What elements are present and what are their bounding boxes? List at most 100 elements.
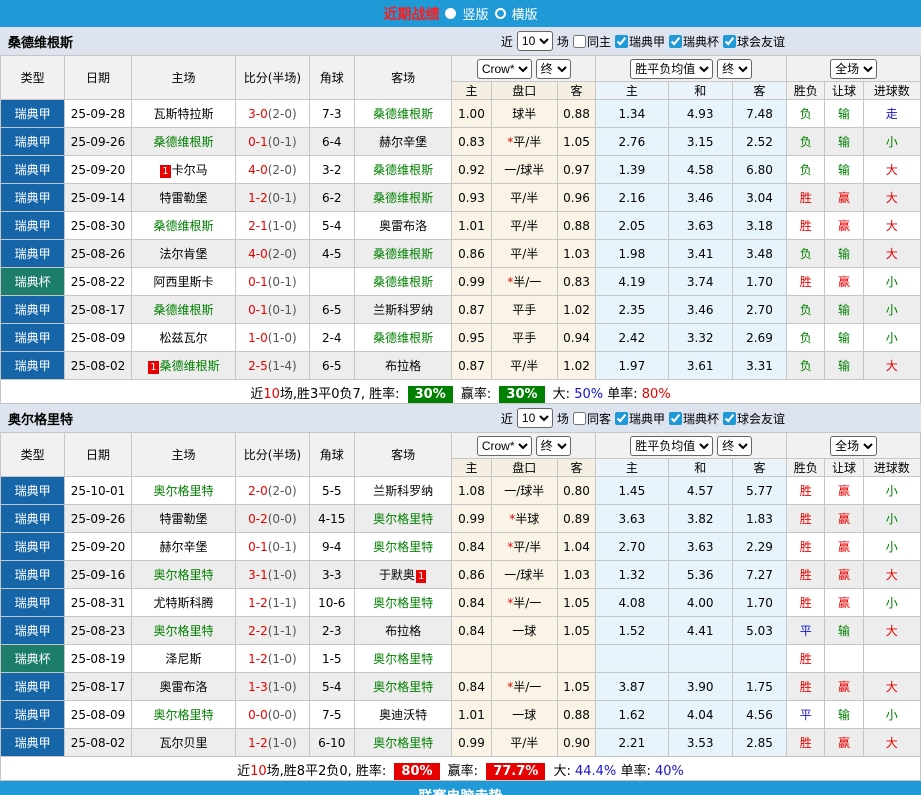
full-score: 0-0 [248, 708, 268, 722]
goals-cell: 大 [863, 156, 920, 184]
away-team-link[interactable]: 布拉格 [385, 359, 421, 373]
away-team-link[interactable]: 兰斯科罗纳 [373, 303, 433, 317]
away-team-link[interactable]: 奥尔格里特 [373, 512, 433, 526]
league2-checkbox[interactable] [669, 35, 682, 48]
avg-draw-cell: 3.41 [668, 240, 732, 268]
same-venue-checkbox[interactable] [573, 35, 586, 48]
away-team-link[interactable]: 桑德维根斯 [373, 163, 433, 177]
avg-time-select[interactable]: 终 [717, 436, 752, 456]
away-team-link[interactable]: 奥尔格里特 [373, 540, 433, 554]
home-team-cell: 1卡尔马 [131, 156, 236, 184]
away-team-link[interactable]: 桑德维根斯 [373, 107, 433, 121]
home-team-link[interactable]: 桑德维根斯 [153, 303, 213, 317]
half-score: (1-1) [268, 596, 297, 610]
league2-checkbox[interactable] [669, 412, 682, 425]
away-team-link[interactable]: 奥尔格里特 [373, 652, 433, 666]
odds-time-select[interactable]: 终 [536, 436, 571, 456]
full-score: 0-1 [248, 540, 268, 554]
league1-checkbox[interactable] [615, 35, 628, 48]
result-cell: 胜 [787, 477, 825, 505]
home-team-link[interactable]: 奥尔格里特 [153, 624, 213, 638]
away-team-link[interactable]: 奥尔格里特 [373, 736, 433, 750]
league1-checkbox[interactable] [615, 412, 628, 425]
avg-win-cell: 3.63 [596, 505, 668, 533]
away-team-link[interactable]: 奥雷布洛 [379, 219, 427, 233]
same-venue-option[interactable]: 同主 [573, 33, 611, 50]
date-cell: 25-08-19 [65, 645, 131, 673]
sub-result: 胜负 [787, 459, 825, 477]
away-team-link[interactable]: 于默奥 [379, 568, 415, 582]
home-team-link[interactable]: 阿西里斯卡 [153, 275, 213, 289]
home-team-link[interactable]: 奥尔格里特 [153, 708, 213, 722]
away-team-link[interactable]: 赫尔辛堡 [379, 135, 427, 149]
away-team-link[interactable]: 奥尔格里特 [373, 680, 433, 694]
home-team-link[interactable]: 松兹瓦尔 [159, 331, 207, 345]
horizontal-label[interactable]: 横版 [512, 4, 538, 23]
home-team-link[interactable]: 尤特斯科腾 [153, 596, 213, 610]
league3-checkbox[interactable] [723, 412, 736, 425]
half-score: (1-0) [268, 568, 297, 582]
result-cell: 负 [787, 296, 825, 324]
home-team-link[interactable]: 桑德维根斯 [153, 219, 213, 233]
home-team-link[interactable]: 奥雷布洛 [159, 680, 207, 694]
league3-option[interactable]: 球会友谊 [723, 33, 785, 50]
avg-odds-select[interactable]: 胜平负均值 [630, 436, 713, 456]
odds-source-select[interactable]: Crow* [477, 436, 532, 456]
away-team-link[interactable]: 桑德维根斯 [373, 331, 433, 345]
goals-cell: 小 [863, 128, 920, 156]
result-cell: 胜 [787, 645, 825, 673]
home-team-link[interactable]: 特雷勒堡 [159, 191, 207, 205]
league-badge: 瑞典甲 [1, 352, 65, 380]
league1-option[interactable]: 瑞典甲 [615, 33, 665, 50]
away-team-link[interactable]: 桑德维根斯 [373, 247, 433, 261]
league3-checkbox[interactable] [723, 35, 736, 48]
league2-option[interactable]: 瑞典杯 [669, 410, 719, 427]
same-venue-option[interactable]: 同客 [573, 410, 611, 427]
away-odds-cell: 0.80 [557, 477, 595, 505]
vertical-radio[interactable] [445, 8, 456, 19]
avg-odds-select[interactable]: 胜平负均值 [630, 59, 713, 79]
handicap-cell: *半/一 [491, 268, 557, 296]
avg-time-select[interactable]: 终 [717, 59, 752, 79]
home-team-link[interactable]: 瓦尔贝里 [159, 736, 207, 750]
horizontal-radio[interactable] [495, 8, 506, 19]
scope-select[interactable]: 全场 [830, 59, 877, 79]
away-team-link[interactable]: 桑德维根斯 [373, 191, 433, 205]
away-odds-cell: 0.88 [557, 100, 595, 128]
away-team-link[interactable]: 奥迪沃特 [379, 708, 427, 722]
home-team-link[interactable]: 瓦斯特拉斯 [153, 107, 213, 121]
home-team-link[interactable]: 特雷勒堡 [159, 512, 207, 526]
away-team-link[interactable]: 兰斯科罗纳 [373, 484, 433, 498]
home-team-link[interactable]: 奥尔格里特 [153, 568, 213, 582]
avg-draw-cell: 3.32 [668, 324, 732, 352]
odds-time-select[interactable]: 终 [536, 59, 571, 79]
home-team-link[interactable]: 卡尔马 [172, 163, 208, 177]
scope-select[interactable]: 全场 [830, 436, 877, 456]
away-team-link[interactable]: 奥尔格里特 [373, 596, 433, 610]
league-badge: 瑞典甲 [1, 212, 65, 240]
away-team-link[interactable]: 桑德维根斯 [373, 275, 433, 289]
home-team-link[interactable]: 奥尔格里特 [153, 484, 213, 498]
card-badge: 1 [416, 570, 426, 583]
recent-count-select[interactable]: 10 [517, 408, 553, 428]
vertical-label[interactable]: 竖版 [462, 4, 488, 23]
league1-option[interactable]: 瑞典甲 [615, 410, 665, 427]
odds-source-select[interactable]: Crow* [477, 59, 532, 79]
home-team-link[interactable]: 泽尼斯 [165, 652, 201, 666]
same-venue-checkbox[interactable] [573, 412, 586, 425]
away-team-link[interactable]: 布拉格 [385, 624, 421, 638]
home-team-link[interactable]: 赫尔辛堡 [159, 540, 207, 554]
full-score: 1-2 [248, 652, 268, 666]
col-date: 日期 [65, 56, 131, 100]
home-team-cell: 1桑德维根斯 [131, 352, 236, 380]
home-team-link[interactable]: 桑德维根斯 [160, 359, 220, 373]
home-odds-cell [452, 645, 491, 673]
avg-lose-cell: 6.80 [732, 156, 786, 184]
home-team-link[interactable]: 法尔肯堡 [159, 247, 207, 261]
recent-count-select[interactable]: 10 [517, 31, 553, 51]
league2-option[interactable]: 瑞典杯 [669, 33, 719, 50]
home-team-link[interactable]: 桑德维根斯 [153, 135, 213, 149]
away-odds-cell: 0.97 [557, 156, 595, 184]
away-odds-cell: 1.05 [557, 673, 595, 701]
league3-option[interactable]: 球会友谊 [723, 410, 785, 427]
